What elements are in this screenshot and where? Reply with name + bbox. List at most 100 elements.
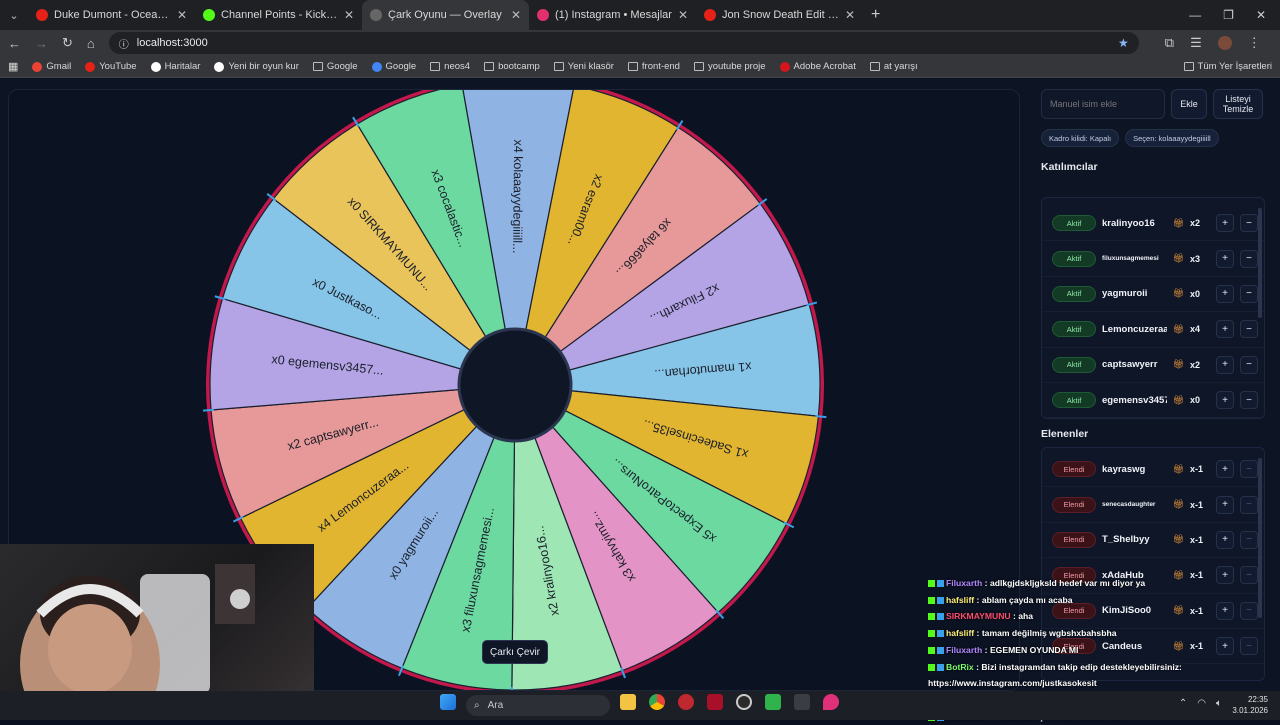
close-tab-icon[interactable]: ✕ — [678, 8, 688, 22]
close-tab-icon[interactable]: ✕ — [177, 8, 187, 22]
volume-icon[interactable]: 🔈︎ — [1216, 698, 1222, 709]
url-text: localhost:3000 — [137, 37, 208, 49]
bookmark-item[interactable]: Haritalar — [151, 61, 201, 72]
new-tab-button[interactable]: + — [871, 6, 880, 24]
back-icon[interactable]: ← — [8, 36, 21, 51]
increment-button[interactable]: + — [1216, 460, 1234, 478]
clear-list-button[interactable]: Listeyi Temizle — [1213, 89, 1263, 119]
close-window-icon[interactable]: ✕ — [1256, 8, 1266, 22]
participants-scrollbar[interactable] — [1258, 208, 1262, 318]
bookmark-star-icon[interactable]: ★ — [1118, 36, 1129, 50]
obs-icon[interactable] — [736, 694, 752, 710]
profile-avatar[interactable] — [1218, 36, 1232, 50]
map-pin-icon[interactable] — [823, 694, 839, 710]
play-app-icon[interactable] — [765, 694, 781, 710]
bookmark-item[interactable]: Yeni bir oyun kur — [214, 61, 298, 72]
decrement-button[interactable]: − — [1240, 496, 1258, 514]
clock[interactable]: 22:35 3.01.2026 — [1232, 694, 1268, 716]
tab-search-icon[interactable]: ⌄ — [0, 0, 28, 30]
close-tab-icon[interactable]: ✕ — [344, 8, 354, 22]
status-badge[interactable]: Aktif — [1052, 251, 1096, 267]
folder-icon — [694, 62, 704, 71]
increment-button[interactable]: + — [1216, 214, 1234, 232]
bookmark-item[interactable]: front-end — [628, 61, 680, 72]
status-badge[interactable]: Aktif — [1052, 357, 1096, 373]
status-badge[interactable]: Elendi — [1052, 497, 1096, 513]
decrement-button[interactable]: − — [1240, 320, 1258, 338]
browser-tab[interactable]: Çark Oyunu — Overlay✕ — [362, 0, 529, 30]
multiplier: x0 — [1190, 289, 1210, 299]
increment-button[interactable]: + — [1216, 356, 1234, 374]
file-explorer-icon[interactable] — [620, 694, 636, 710]
multiplier: x-1 — [1190, 500, 1210, 510]
decrement-button[interactable]: − — [1240, 460, 1258, 478]
app-red-icon[interactable] — [707, 694, 723, 710]
decrement-button[interactable]: − — [1240, 250, 1258, 268]
status-badge[interactable]: Aktif — [1052, 392, 1096, 408]
browser-tab[interactable]: Duke Dumont - Ocean Driv✕ — [28, 0, 195, 30]
bookmark-item[interactable]: at yarışı — [870, 61, 918, 72]
browser-tab[interactable]: Channel Points - Kick Dashboar✕ — [195, 0, 362, 30]
increment-button[interactable]: + — [1216, 250, 1234, 268]
bookmark-item[interactable]: youtube proje — [694, 61, 766, 72]
increment-button[interactable]: + — [1216, 391, 1234, 409]
status-badge[interactable]: Elendi — [1052, 461, 1096, 477]
bookmark-item[interactable]: YouTube — [85, 61, 136, 72]
bookmark-item[interactable]: Adobe Acrobat — [780, 61, 856, 72]
spin-wheel-button[interactable]: Çarkı Çevir — [482, 640, 548, 664]
decrement-button[interactable]: − — [1240, 391, 1258, 409]
bookmark-item[interactable]: bootcamp — [484, 61, 540, 72]
participants-list[interactable]: Aktifkralinyoo16🎁︎x2+−Aktiffiluxunsagmem… — [1041, 197, 1265, 419]
decrement-button[interactable]: − — [1240, 356, 1258, 374]
add-name-button[interactable]: Ekle — [1171, 89, 1207, 119]
restore-icon[interactable]: ❐ — [1223, 8, 1234, 22]
bookmark-item[interactable]: Gmail — [32, 61, 71, 72]
chrome-icon[interactable] — [649, 694, 665, 710]
taskbar-search[interactable]: ⌕ Ara — [466, 695, 610, 716]
record-icon[interactable] — [678, 694, 694, 710]
chat-user: hafsliff — [946, 595, 974, 605]
close-tab-icon[interactable]: ✕ — [845, 8, 855, 22]
extensions-icon[interactable]: ⧉ — [1165, 35, 1174, 51]
network-icon[interactable]: ◠ — [1197, 698, 1206, 709]
bookmark-item[interactable]: Yeni klasör — [554, 61, 614, 72]
increment-button[interactable]: + — [1216, 496, 1234, 514]
browser-tab[interactable]: (1) Instagram • Mesajlar✕ — [529, 0, 696, 30]
youtube-icon — [85, 62, 95, 72]
decrement-button[interactable]: − — [1240, 214, 1258, 232]
increment-button[interactable]: + — [1216, 531, 1234, 549]
forward-icon[interactable]: → — [35, 36, 48, 51]
status-badge[interactable]: Aktif — [1052, 321, 1096, 337]
decrement-button[interactable]: − — [1240, 531, 1258, 549]
windows-start-icon[interactable] — [440, 694, 456, 710]
site-info-icon[interactable]: ⓘ — [119, 36, 129, 51]
bookmark-item[interactable]: neos4 — [430, 61, 470, 72]
decrement-button[interactable]: − — [1240, 285, 1258, 303]
address-bar[interactable]: ⓘ localhost:3000 ★ — [109, 32, 1139, 54]
manual-name-input[interactable] — [1041, 89, 1165, 119]
status-badge[interactable]: Aktif — [1052, 286, 1096, 302]
increment-button[interactable]: + — [1216, 320, 1234, 338]
tray-expand-icon[interactable]: ⌃ — [1179, 698, 1187, 709]
bookmark-item[interactable]: Google — [313, 61, 358, 72]
terminal-icon[interactable] — [794, 694, 810, 710]
increment-button[interactable]: + — [1216, 285, 1234, 303]
browser-tab[interactable]: Jon Snow Death Edit | Traitor✕ — [696, 0, 863, 30]
status-badge[interactable]: Aktif — [1052, 215, 1096, 231]
participant-name: kayraswg — [1102, 464, 1167, 475]
all-bookmarks[interactable]: Tüm Yer İşaretleri — [1184, 61, 1272, 72]
status-badge[interactable]: Elendi — [1052, 532, 1096, 548]
minimize-icon[interactable]: — — [1189, 8, 1201, 22]
media-icon[interactable]: ☰ — [1190, 35, 1202, 51]
bookmark-item[interactable]: Google — [372, 61, 417, 72]
close-tab-icon[interactable]: ✕ — [511, 8, 521, 22]
home-icon[interactable]: ⌂ — [87, 36, 95, 51]
multiplier: x0 — [1190, 395, 1210, 405]
bookmark-label: bootcamp — [498, 61, 540, 72]
multiplier: x-1 — [1190, 464, 1210, 474]
menu-icon[interactable]: ⋮ — [1248, 35, 1261, 51]
reload-icon[interactable]: ↻ — [62, 35, 73, 51]
apps-icon[interactable]: ▦ — [8, 60, 18, 73]
sub-badge-icon — [937, 613, 944, 620]
roster-lock-pill[interactable]: Kadro kilidi: Kapalı — [1041, 129, 1119, 147]
